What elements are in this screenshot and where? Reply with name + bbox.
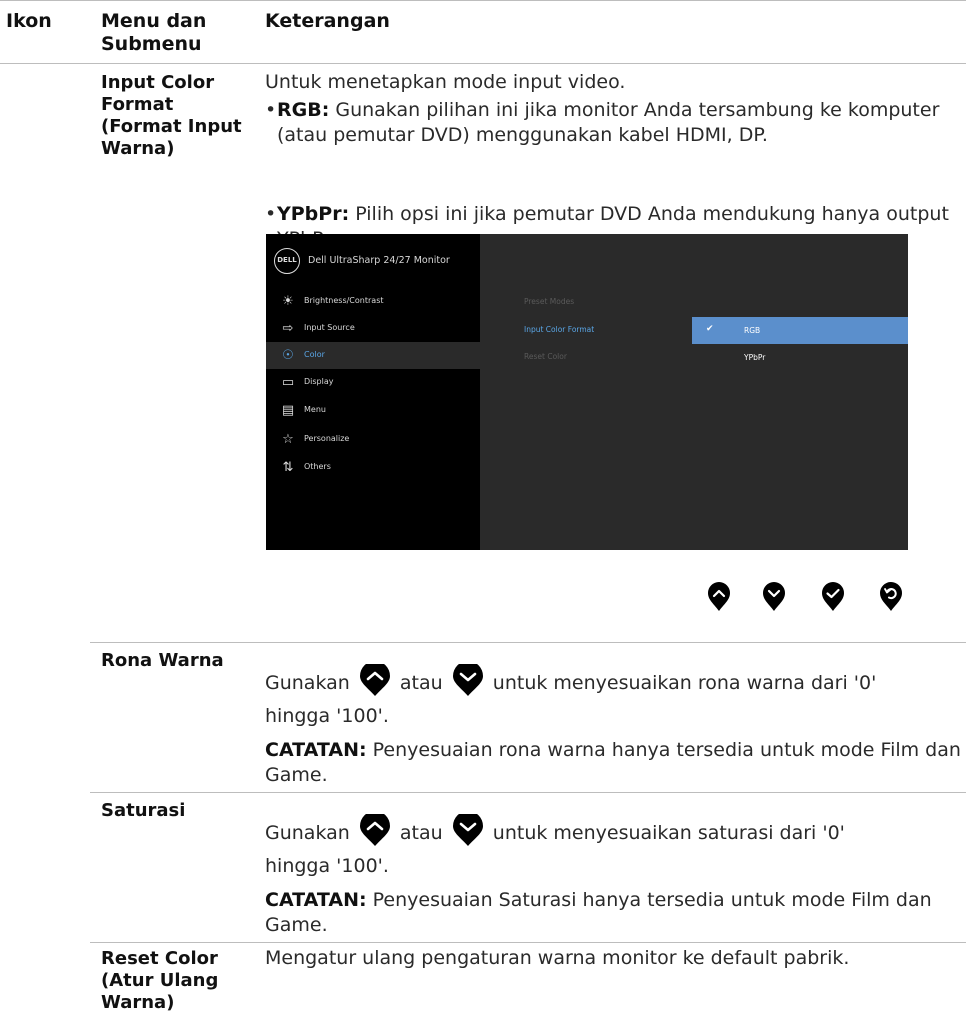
osd-choice-rgb[interactable]: ✔ RGB (692, 317, 908, 344)
note-text: Penyesuaian rona warna hanya tersedia un… (265, 739, 961, 786)
bullet-rgb-term: RGB: (277, 99, 330, 121)
osd-menu-color[interactable]: ☉ Color (266, 342, 480, 369)
instruction-mid: atau (399, 822, 443, 844)
saturasi-note: CATATAN: Penyesuaian Saturasi hanya ters… (265, 888, 965, 938)
input-color-format-intro: Untuk menetapkan mode input video. (265, 71, 626, 93)
osd-title: Dell UltraSharp 24/27 Monitor (308, 255, 450, 266)
star-icon: ☆ (282, 432, 294, 447)
up-arrow-icon (359, 814, 390, 846)
down-arrow-icon (763, 582, 785, 611)
others-icon: ⇅ (282, 460, 294, 475)
submenu-saturasi: Saturasi (101, 800, 186, 821)
top-rule (0, 0, 966, 1)
header-description: Keterangan (265, 10, 390, 32)
osd-choice-ypbpr[interactable]: YPbPr (692, 344, 908, 371)
osd-menu-personalize[interactable]: ☆ Personalize (266, 426, 480, 453)
up-arrow-icon (708, 582, 730, 611)
row-rule (90, 792, 966, 793)
osd-menu-label: Others (304, 462, 331, 471)
osd-menu-label: Personalize (304, 434, 350, 443)
row-rule (90, 642, 966, 643)
osd-choice-label: YPbPr (744, 353, 766, 362)
reset-color-description: Mengatur ulang pengaturan warna monitor … (265, 947, 850, 969)
osd-option-preset-modes[interactable]: Preset Modes (524, 297, 574, 306)
header-menu: Menu dan Submenu (101, 10, 207, 55)
rona-warna-range: hingga '100'. (265, 705, 389, 727)
rona-warna-instruction: Gunakan atau untuk menyesuaikan rona war… (265, 664, 965, 698)
instruction-start: Gunakan (265, 672, 350, 694)
header-rule (0, 63, 966, 64)
instruction-end: untuk menyesuaikan saturasi dari '0' (492, 822, 845, 844)
note-term: CATATAN: (265, 739, 367, 761)
back-icon (880, 582, 902, 611)
saturasi-instruction: Gunakan atau untuk menyesuaikan saturasi… (265, 814, 965, 848)
input-source-icon: ⇨ (282, 321, 294, 336)
submenu-rona-warna: Rona Warna (101, 650, 224, 671)
osd-screen: DELL Dell UltraSharp 24/27 Monitor ☀ Bri… (266, 234, 908, 550)
osd-menu-label: Color (304, 350, 325, 359)
up-arrow-icon (359, 664, 390, 696)
color-palette-icon: ☉ (282, 348, 294, 363)
brightness-icon: ☀ (282, 294, 294, 309)
bullet-ypbpr-term: YPbPr: (277, 203, 350, 225)
osd-option-input-color-format[interactable]: Input Color Format (524, 325, 594, 334)
menu-icon: ▤ (281, 403, 295, 418)
osd-menu-label: Display (304, 377, 334, 386)
rona-warna-note: CATATAN: Penyesuaian rona warna hanya te… (265, 738, 965, 788)
osd-choice-label: RGB (744, 326, 761, 335)
instruction-mid: atau (399, 672, 443, 694)
osd-menu-brightness-contrast[interactable]: ☀ Brightness/Contrast (266, 288, 480, 315)
bullet-rgb: RGB: Gunakan pilihan ini jika monitor An… (265, 98, 965, 148)
submenu-input-color-format: Input Color Format (Format Input Warna) (101, 72, 242, 159)
dell-logo: DELL (274, 248, 300, 274)
display-icon: ▭ (281, 375, 295, 390)
osd-option-reset-color[interactable]: Reset Color (524, 352, 567, 361)
osd-menu-display[interactable]: ▭ Display (266, 369, 480, 396)
saturasi-range: hingga '100'. (265, 855, 389, 877)
down-arrow-icon (452, 814, 483, 846)
down-arrow-icon (452, 664, 483, 696)
osd-menu-label: Input Source (304, 323, 355, 332)
instruction-start: Gunakan (265, 822, 350, 844)
row-rule (90, 942, 966, 943)
osd-menu-menu[interactable]: ▤ Menu (266, 397, 480, 424)
instruction-end: untuk menyesuaikan rona warna dari '0' (492, 672, 877, 694)
check-icon: ✔ (706, 324, 714, 334)
check-icon (822, 582, 844, 611)
bullet-rgb-text: Gunakan pilihan ini jika monitor Anda te… (277, 99, 940, 146)
osd-menu-label: Menu (304, 405, 326, 414)
note-term: CATATAN: (265, 889, 367, 911)
osd-menu-input-source[interactable]: ⇨ Input Source (266, 315, 480, 342)
osd-menu-label: Brightness/Contrast (304, 296, 384, 305)
osd-menu-others[interactable]: ⇅ Others (266, 454, 480, 481)
submenu-reset-color: Reset Color (Atur Ulang Warna) (101, 948, 219, 1013)
header-icon: Ikon (6, 10, 52, 32)
